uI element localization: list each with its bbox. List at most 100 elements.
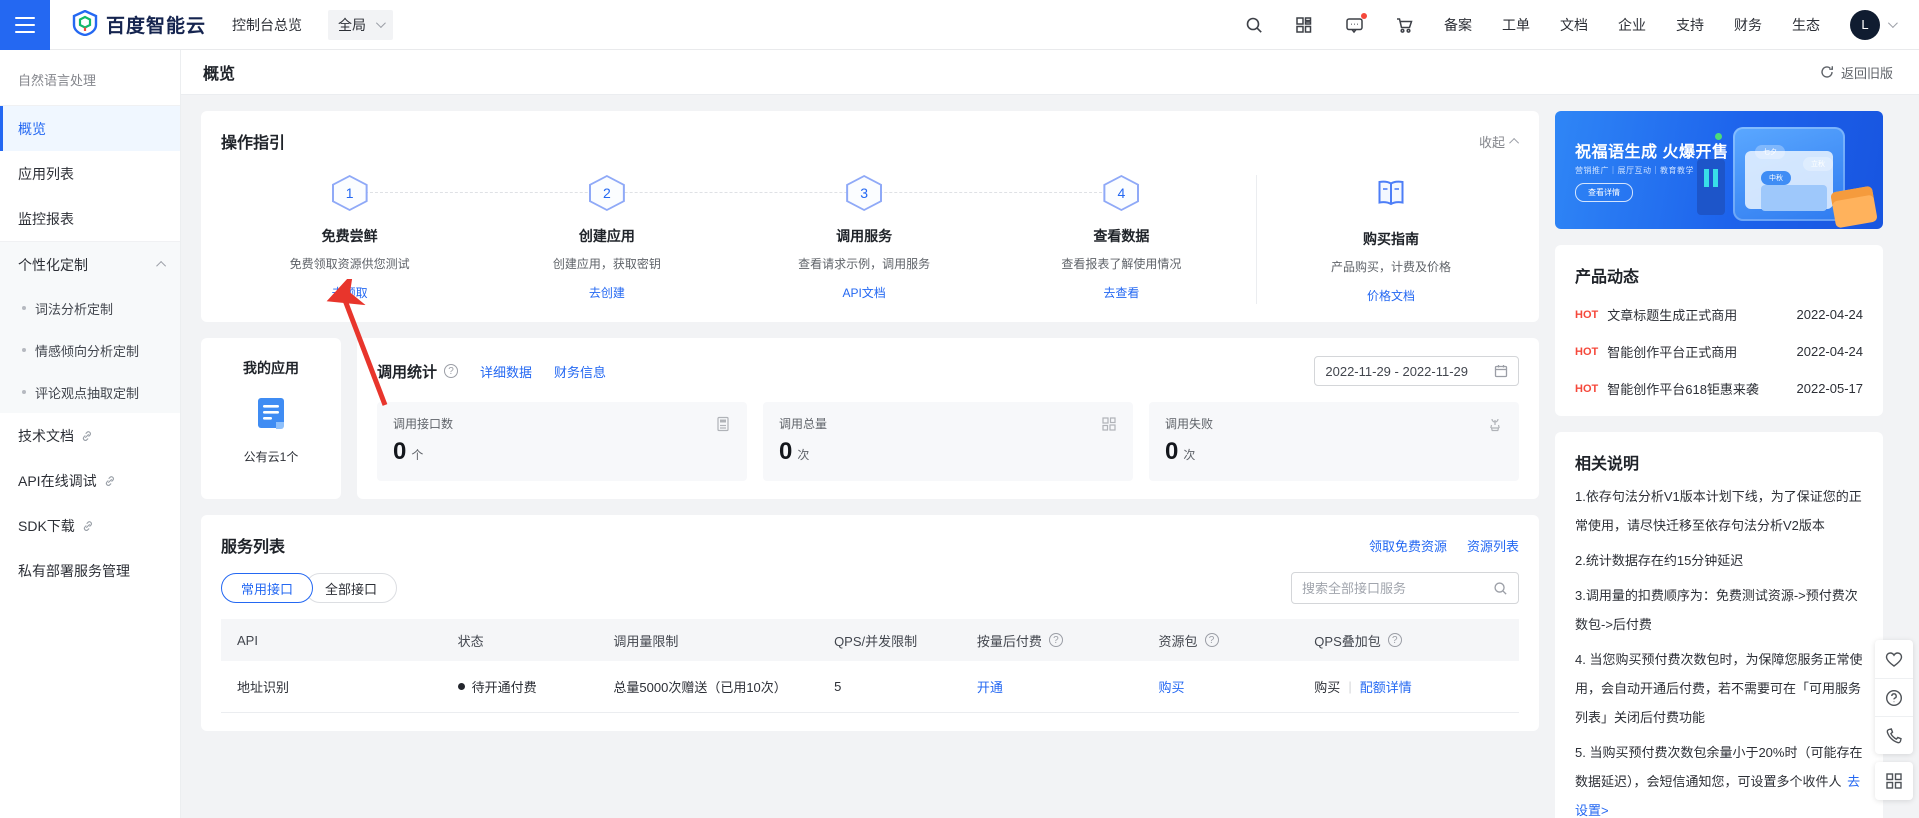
step-title: 免费尝鲜: [321, 228, 378, 244]
banner-card-illustration: [1761, 185, 1827, 211]
cart-icon[interactable]: [1394, 15, 1414, 35]
sidebar-item-label: 应用列表: [18, 165, 74, 182]
help-icon[interactable]: [1204, 633, 1219, 647]
mini-program-grid-icon[interactable]: [1875, 762, 1913, 800]
tab-common-api[interactable]: 常用接口: [221, 573, 314, 603]
search-input[interactable]: [1302, 580, 1493, 596]
user-menu[interactable]: L: [1850, 9, 1898, 40]
banner-detail-button[interactable]: 查看详情: [1575, 183, 1633, 202]
region-selector[interactable]: 全局: [328, 9, 394, 40]
guide-step-buy: 购买指南 产品购买，计费及价格 价格文档: [1263, 175, 1519, 304]
sidebar-item-lexical-custom[interactable]: 词法分析定制: [0, 287, 180, 329]
my-app-card: 我的应用 公有云1个: [201, 338, 341, 499]
guide-step-3: 3 调用服务 查看请求示例，调用服务 API文档: [736, 175, 993, 304]
guide-card: 操作指引 收起 1 免费尝鲜 免费领取资源供您测试 去领取 2 创建应用 创建应…: [201, 111, 1539, 322]
chevron-down-icon: [1887, 18, 1898, 29]
quota-cell: 总量5000次赠送（已用10次）: [613, 680, 787, 695]
help-question-icon[interactable]: [1875, 678, 1913, 716]
sidebar-item-app-list[interactable]: 应用列表: [0, 151, 180, 196]
news-link[interactable]: 智能创作平台正式商用: [1607, 342, 1786, 361]
note-item: 3.调用量的扣费顺序为：免费测试资源->预付费次数包->后付费: [1575, 588, 1858, 632]
notes-title: 相关说明: [1575, 456, 1640, 473]
sidebar-item-customization[interactable]: 个性化定制: [0, 242, 180, 287]
sprout-icon: [1490, 418, 1500, 431]
finance-info-link[interactable]: 财务信息: [554, 362, 606, 381]
collapse-button[interactable]: 收起: [1479, 132, 1520, 151]
logo-text: 百度智能云: [106, 16, 207, 37]
apps-grid-icon[interactable]: [1294, 15, 1314, 35]
favorite-heart-icon[interactable]: [1875, 640, 1913, 678]
nav-link-zhichi[interactable]: 支持: [1676, 15, 1704, 35]
nav-link-beian[interactable]: 备案: [1444, 15, 1472, 35]
buy-package-link[interactable]: 购买: [1159, 677, 1185, 696]
buy-addon-link[interactable]: 购买: [1314, 677, 1340, 696]
sidebar-item-tech-docs[interactable]: 技术文档: [0, 413, 180, 458]
table-row: 地址识别 待开通付费 总量5000次赠送（已用10次） 5 开通 购买 购买 |…: [221, 661, 1519, 713]
sidebar-item-sdk-download[interactable]: SDK下载: [0, 503, 180, 548]
sidebar-item-api-debug[interactable]: API在线调试: [0, 458, 180, 503]
stat-box-failed-calls: 调用失败 0 次: [1149, 402, 1519, 481]
news-link[interactable]: 文章标题生成正式商用: [1607, 305, 1786, 324]
nav-link-gongdan[interactable]: 工单: [1502, 15, 1530, 35]
help-icon[interactable]: [1048, 633, 1063, 647]
search-icon[interactable]: [1493, 581, 1508, 596]
sidebar-item-monitor-report[interactable]: 监控报表: [0, 196, 180, 241]
guide-step-4: 4 查看数据 查看报表了解使用情况 去查看: [993, 175, 1250, 304]
price-docs-link[interactable]: 价格文档: [1367, 287, 1415, 304]
sidebar-item-overview[interactable]: 概览: [0, 106, 180, 151]
note-item: 1.依存句法分析V1版本计划下线，为了保证您的正常使用，请尽快迁移至依存句法分析…: [1575, 489, 1862, 533]
column-header: 按量后付费: [961, 631, 1143, 650]
resource-list-link[interactable]: 资源列表: [1467, 536, 1519, 555]
api-docs-link[interactable]: API文档: [842, 284, 885, 301]
console-overview-link[interactable]: 控制台总览: [232, 15, 302, 35]
claim-free-link[interactable]: 去领取: [332, 284, 368, 301]
banner-tag: 七夕: [1755, 145, 1785, 159]
news-link[interactable]: 智能创作平台618钜惠来袭: [1607, 379, 1786, 398]
search-icon[interactable]: [1244, 15, 1264, 35]
create-app-link[interactable]: 去创建: [589, 284, 625, 301]
grid-icon: [1102, 416, 1116, 431]
note-item: 2.统计数据存在约15分钟延迟: [1575, 553, 1744, 568]
message-icon[interactable]: [1344, 12, 1367, 35]
promo-banner[interactable]: 七夕 立秋 中秋 祝福语生成 火爆开售 营销推广｜展厅互动｜教育教学 查看详情: [1555, 111, 1883, 229]
baidu-cloud-logo[interactable]: 百度智能云: [72, 9, 207, 39]
help-icon[interactable]: [444, 364, 459, 378]
tab-all-api[interactable]: 全部接口: [305, 573, 398, 603]
sidebar-item-sentiment-custom[interactable]: 情感倾向分析定制: [0, 329, 180, 371]
sidebar-item-opinion-custom[interactable]: 评论观点抽取定制: [0, 371, 180, 413]
hot-badge: HOT: [1575, 308, 1599, 321]
step-desc: 创建应用，获取密钥: [552, 257, 661, 271]
column-header: 状态: [457, 633, 484, 649]
quota-detail-link[interactable]: 配额详情: [1360, 677, 1412, 696]
back-to-old-version-link[interactable]: 返回旧版: [1820, 63, 1893, 82]
news-item: HOT 文章标题生成正式商用 2022-04-24: [1575, 305, 1863, 324]
sidebar-item-private-deploy[interactable]: 私有部署服务管理: [0, 548, 180, 593]
sidebar-item-label: 情感倾向分析定制: [35, 343, 140, 359]
avatar[interactable]: L: [1850, 9, 1880, 40]
calendar-icon: [1494, 365, 1508, 378]
claim-free-resources-link[interactable]: 领取免费资源: [1369, 536, 1447, 555]
nav-link-caiwu[interactable]: 财务: [1734, 15, 1762, 35]
region-label: 全局: [338, 16, 367, 33]
step-number-hexagon-icon: 1: [331, 175, 368, 211]
step-desc: 免费领取资源供您测试: [289, 257, 410, 271]
divider: |: [1348, 679, 1352, 694]
detailed-data-link[interactable]: 详细数据: [480, 362, 532, 381]
enable-postpaid-link[interactable]: 开通: [977, 677, 1003, 696]
nav-link-shengtai[interactable]: 生态: [1792, 15, 1820, 35]
bullet-dot-icon: [22, 306, 26, 310]
hamburger-menu-icon[interactable]: [0, 0, 50, 50]
nav-link-wendang[interactable]: 文档: [1560, 15, 1588, 35]
date-range-picker[interactable]: 2022-11-29 - 2022-11-29: [1314, 356, 1519, 386]
stat-box-api-count: 调用接口数 0 个: [377, 402, 747, 481]
stat-unit: 次: [1183, 448, 1196, 462]
nav-link-qiye[interactable]: 企业: [1618, 15, 1646, 35]
help-icon[interactable]: [1387, 633, 1402, 647]
services-table: API 状态 调用量限制 QPS/并发限制 按量后付费 资源包 QPS叠加包 地…: [221, 619, 1519, 713]
notification-dot: [1361, 12, 1367, 19]
view-data-link[interactable]: 去查看: [1103, 284, 1139, 301]
phone-contact-icon[interactable]: [1875, 716, 1913, 754]
floating-side-toolbar: [1875, 640, 1913, 800]
refresh-icon: [1821, 66, 1833, 78]
page-header: 概览 返回旧版: [181, 50, 1919, 94]
